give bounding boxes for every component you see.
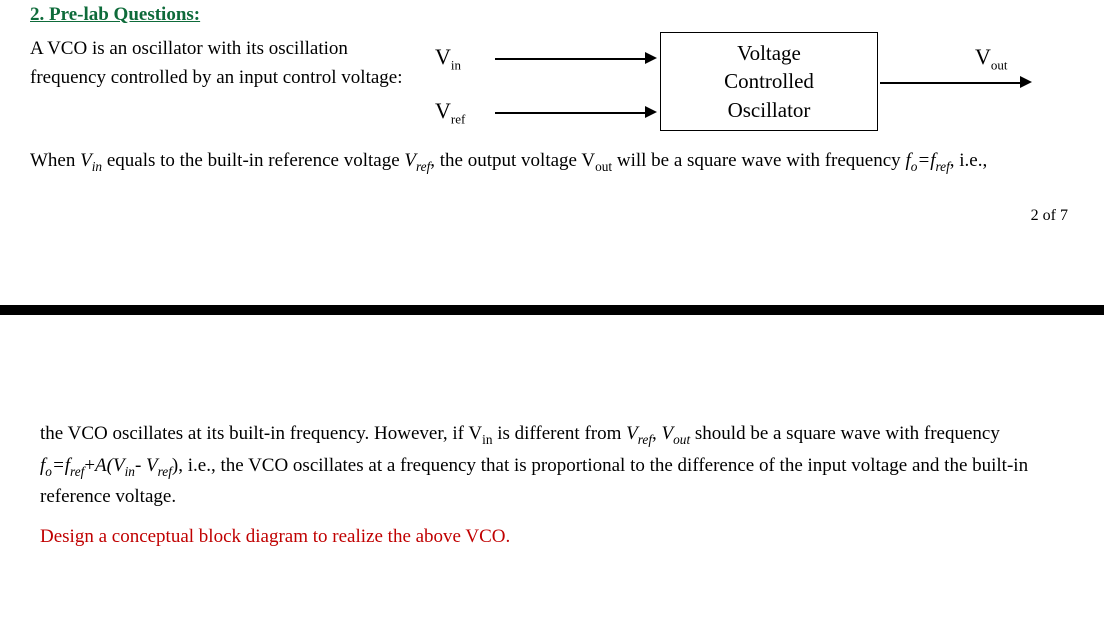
- p1-d: will be a square wave with frequency: [612, 150, 905, 171]
- top-row: A VCO is an oscillator with its oscillat…: [30, 32, 1074, 142]
- p2-fo-sub: o: [45, 464, 52, 479]
- p2-f: A(V: [95, 455, 125, 476]
- p1-vout-sub: out: [595, 159, 612, 174]
- arrow-vin-line: [495, 58, 645, 60]
- p2-eq: =: [52, 455, 65, 476]
- vout-sub: out: [991, 57, 1008, 72]
- p2-vout-sub: out: [673, 432, 690, 447]
- p1-fref-sub: ref: [935, 159, 949, 174]
- intro-paragraph: A VCO is an oscillator with its oscillat…: [30, 32, 420, 93]
- arrow-vref-head: [645, 106, 657, 118]
- p2-vref-sub: ref: [638, 432, 652, 447]
- p1-vin-sub: in: [92, 159, 102, 174]
- p2-e: +: [84, 455, 95, 476]
- p1-c: , the output voltage V: [430, 150, 595, 171]
- paragraph-1: When Vin equals to the built-in referenc…: [30, 146, 1074, 177]
- p2-d: should be a square wave with frequency: [690, 423, 1000, 444]
- arrow-vout-head: [1020, 76, 1032, 88]
- p2-vout: V: [662, 423, 674, 444]
- p2-vin2-sub: in: [125, 464, 135, 479]
- p2-c: ,: [652, 423, 662, 444]
- p2-b: is different from: [492, 423, 626, 444]
- page-divider: [0, 305, 1104, 315]
- p1-b: equals to the built-in reference voltage: [102, 150, 404, 171]
- paragraph-2: the VCO oscillates at its built-in frequ…: [40, 419, 1064, 511]
- vref-label: Vref: [435, 98, 465, 127]
- design-instruction: Design a conceptual block diagram to rea…: [40, 522, 1064, 551]
- vco-box-line3: Oscillator: [689, 96, 849, 124]
- p2-fref-sub: ref: [70, 464, 84, 479]
- page-2: the VCO oscillates at its built-in frequ…: [0, 315, 1104, 571]
- vco-box: Voltage Controlled Oscillator: [660, 32, 878, 131]
- p1-eq: =: [917, 150, 930, 171]
- p1-e: , i.e.,: [950, 150, 987, 171]
- page-1: 2. Pre-lab Questions: A VCO is an oscill…: [0, 0, 1104, 245]
- page-number: 2 of 7: [30, 207, 1074, 225]
- vco-box-line1: Voltage: [689, 39, 849, 67]
- arrow-vout-line: [880, 82, 1020, 84]
- arrow-vin-head: [645, 52, 657, 64]
- vco-box-line2: Controlled: [689, 67, 849, 95]
- vout-v: V: [975, 44, 991, 69]
- vout-label: Vout: [975, 44, 1008, 73]
- section-heading: 2. Pre-lab Questions:: [30, 4, 1074, 26]
- p1-vref: V: [404, 150, 416, 171]
- p2-g: -: [135, 455, 146, 476]
- p2-vin-sub: in: [482, 432, 492, 447]
- arrow-vref-line: [495, 112, 645, 114]
- vin-label: Vin: [435, 44, 461, 73]
- p2-h: ), i.e., the VCO oscillates at a frequen…: [40, 455, 1028, 507]
- p2-vref: V: [626, 423, 638, 444]
- p1-vref-sub: ref: [416, 159, 430, 174]
- p1-vin: V: [80, 150, 92, 171]
- vin-v: V: [435, 44, 451, 69]
- p1-a: When: [30, 150, 80, 171]
- vin-sub: in: [451, 57, 461, 72]
- vref-v: V: [435, 98, 451, 123]
- vref-sub: ref: [451, 111, 465, 126]
- vco-block-diagram: Vin Vref Voltage Controlled Oscillator V…: [420, 32, 1050, 142]
- p2-vref2-sub: ref: [158, 464, 172, 479]
- p2-vref2: V: [146, 455, 158, 476]
- p2-a: the VCO oscillates at its built-in frequ…: [40, 423, 482, 444]
